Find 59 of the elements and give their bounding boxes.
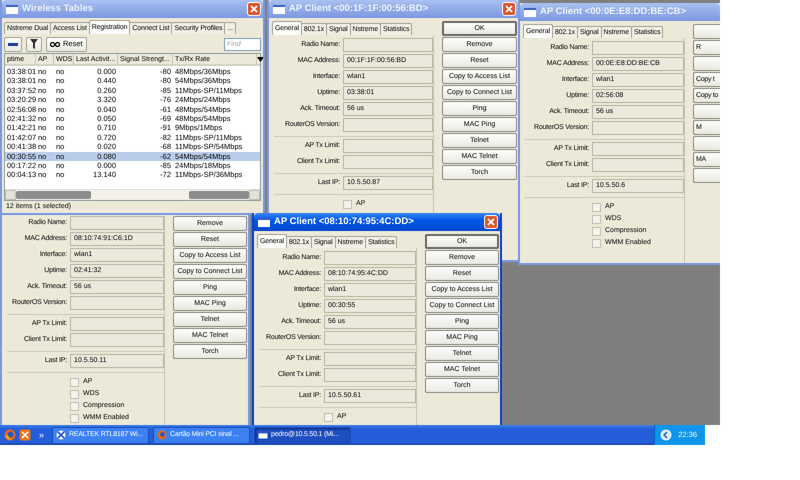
text-field[interactable] <box>70 333 164 347</box>
close-button[interactable] <box>247 2 261 16</box>
text-field[interactable] <box>70 216 164 230</box>
text-field[interactable] <box>343 118 433 132</box>
window-title: AP Client <00:0E:E8:DD:BE:CB> <box>540 6 688 18</box>
close-icon <box>250 5 258 13</box>
chevron-icon[interactable] <box>660 429 672 441</box>
checkbox[interactable] <box>343 200 352 208</box>
text-field[interactable] <box>343 38 433 52</box>
scrollbar[interactable] <box>5 189 260 200</box>
remove-button[interactable] <box>4 36 22 52</box>
overflow-chevron[interactable]: » <box>39 430 44 440</box>
close-button[interactable] <box>502 2 516 16</box>
filter-icon <box>30 39 38 49</box>
browser-icon[interactable] <box>4 429 16 441</box>
text-field[interactable] <box>324 331 416 345</box>
window-icon <box>524 8 536 16</box>
text-field[interactable] <box>324 352 416 366</box>
minus-icon <box>8 40 18 48</box>
action-button[interactable] <box>693 136 720 151</box>
text-field[interactable] <box>343 155 433 169</box>
filter-button[interactable] <box>26 36 42 52</box>
text-field[interactable] <box>592 41 684 55</box>
window-title: AP Client <08:10:74:95:4C:DD> <box>274 216 415 228</box>
checkbox[interactable] <box>70 414 79 422</box>
window-icon <box>258 430 268 440</box>
action-button[interactable] <box>693 168 720 183</box>
text-field[interactable] <box>70 317 164 331</box>
text-field[interactable] <box>324 251 416 265</box>
text-field[interactable] <box>324 368 416 382</box>
app-icon[interactable] <box>19 429 31 441</box>
text-field[interactable] <box>70 296 164 310</box>
checkbox[interactable] <box>70 378 79 386</box>
window-icon <box>273 4 285 14</box>
checkbox[interactable] <box>592 214 601 224</box>
dropdown-icon <box>257 56 263 62</box>
window-title: Wireless Tables <box>22 4 94 14</box>
checkbox[interactable] <box>324 412 333 422</box>
close-button[interactable] <box>484 215 498 229</box>
checkbox[interactable] <box>592 226 601 236</box>
text-field[interactable] <box>592 121 684 135</box>
checkbox[interactable] <box>70 390 79 398</box>
checkbox[interactable] <box>592 238 601 248</box>
checkbox[interactable] <box>592 202 601 212</box>
checkbox[interactable] <box>70 402 79 410</box>
network-icon <box>56 430 66 440</box>
close-icon <box>487 218 495 226</box>
action-button[interactable] <box>693 24 720 39</box>
action-button[interactable] <box>693 56 720 71</box>
text-field[interactable] <box>343 139 433 153</box>
counter-icon <box>50 42 60 46</box>
window-icon <box>6 4 18 14</box>
text-field[interactable] <box>592 158 684 172</box>
window-title: AP Client <00:1F:1F:00:56:BD> <box>289 4 430 14</box>
action-button[interactable] <box>693 104 720 119</box>
text-field[interactable] <box>592 142 684 156</box>
close-icon <box>505 5 513 13</box>
window-icon <box>258 218 270 226</box>
browser-icon <box>157 430 168 440</box>
